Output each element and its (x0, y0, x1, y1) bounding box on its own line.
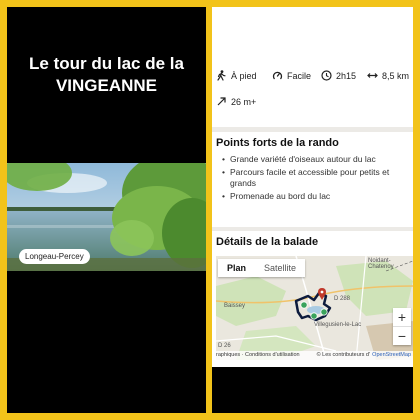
lake-photo: Longeau-Percey (7, 163, 206, 271)
highlights-list: Grande variété d'oiseaux autour du lac P… (222, 154, 407, 204)
poi-marker (320, 308, 328, 316)
highlight-item: Promenade au bord du lac (222, 191, 407, 202)
zoom-out-button[interactable]: − (393, 326, 411, 345)
openstreetmap-link[interactable]: OpenStreetMap (372, 351, 411, 360)
stat-difficulty: Facile (272, 70, 311, 81)
stat-difficulty-label: Facile (287, 70, 312, 81)
map-attribution: raphiques · Conditions d'utilisation © L… (216, 351, 413, 360)
left-panel: Le tour du lac de la VINGEANNE Longeau-P… (7, 7, 206, 413)
hike-title-line1: Le tour du lac de la (29, 54, 184, 73)
hike-title: Le tour du lac de la VINGEANNE (7, 53, 206, 97)
stat-mode-label: À pied (231, 70, 257, 81)
walker-icon (217, 70, 226, 81)
highlight-item: Parcours facile et accessible pour petit… (222, 167, 407, 189)
zoom-in-button[interactable]: + (393, 308, 411, 326)
stat-distance-label: 8,5 km (382, 70, 410, 81)
clock-icon (321, 70, 332, 81)
elevation-arrow-icon (217, 97, 226, 106)
highlights-card: Points forts de la rando Grande variété … (212, 132, 413, 227)
attribution-prefix: © Les contributeurs d' (316, 352, 370, 358)
stat-distance: 8,5 km (367, 70, 409, 81)
poi-marker (300, 301, 308, 309)
stat-mode: À pied (216, 70, 257, 81)
tab-satellite[interactable]: Satellite (255, 259, 305, 277)
map-label-road: D 288 (334, 296, 351, 302)
stat-duration-label: 2h15 (336, 70, 357, 81)
stat-duration: 2h15 (321, 70, 356, 81)
photo-location-chip: Longeau-Percey (19, 249, 90, 264)
attribution-terms[interactable]: raphiques · Conditions d'utilisation (216, 352, 300, 358)
map-label-town: Baissey (224, 303, 246, 309)
app-screen: À pied Facile 2h15 8,5 km 26 m+ Points f… (212, 7, 413, 367)
map-label-road: D 26 (218, 343, 231, 349)
zoom-controls: + − (393, 308, 411, 345)
map-label-town: Villegusien-le-Lac (314, 322, 362, 328)
poi-marker (310, 312, 318, 320)
right-panel: À pied Facile 2h15 8,5 km 26 m+ Points f… (212, 7, 413, 413)
hike-title-line2: VINGEANNE (55, 76, 158, 95)
difficulty-icon (272, 71, 283, 80)
distance-arrows-icon (367, 73, 378, 78)
stat-elevation-label: 26 m+ (231, 96, 257, 107)
highlights-title: Points forts de la rando (216, 137, 339, 149)
details-title: Détails de la balade (216, 236, 319, 248)
highlight-item: Grande variété d'oiseaux autour du lac (222, 154, 407, 165)
map-type-tabs: Plan Satellite (218, 259, 306, 277)
map-label-town: Noidant-Chatenoy (368, 258, 394, 270)
stats-card: À pied Facile 2h15 8,5 km 26 m+ (212, 7, 413, 127)
tab-plan[interactable]: Plan (218, 259, 255, 277)
route-map[interactable]: Noidant-Chatenoy Baissey Villegusien-le-… (216, 256, 413, 360)
stat-elevation: 26 m+ (216, 96, 256, 107)
